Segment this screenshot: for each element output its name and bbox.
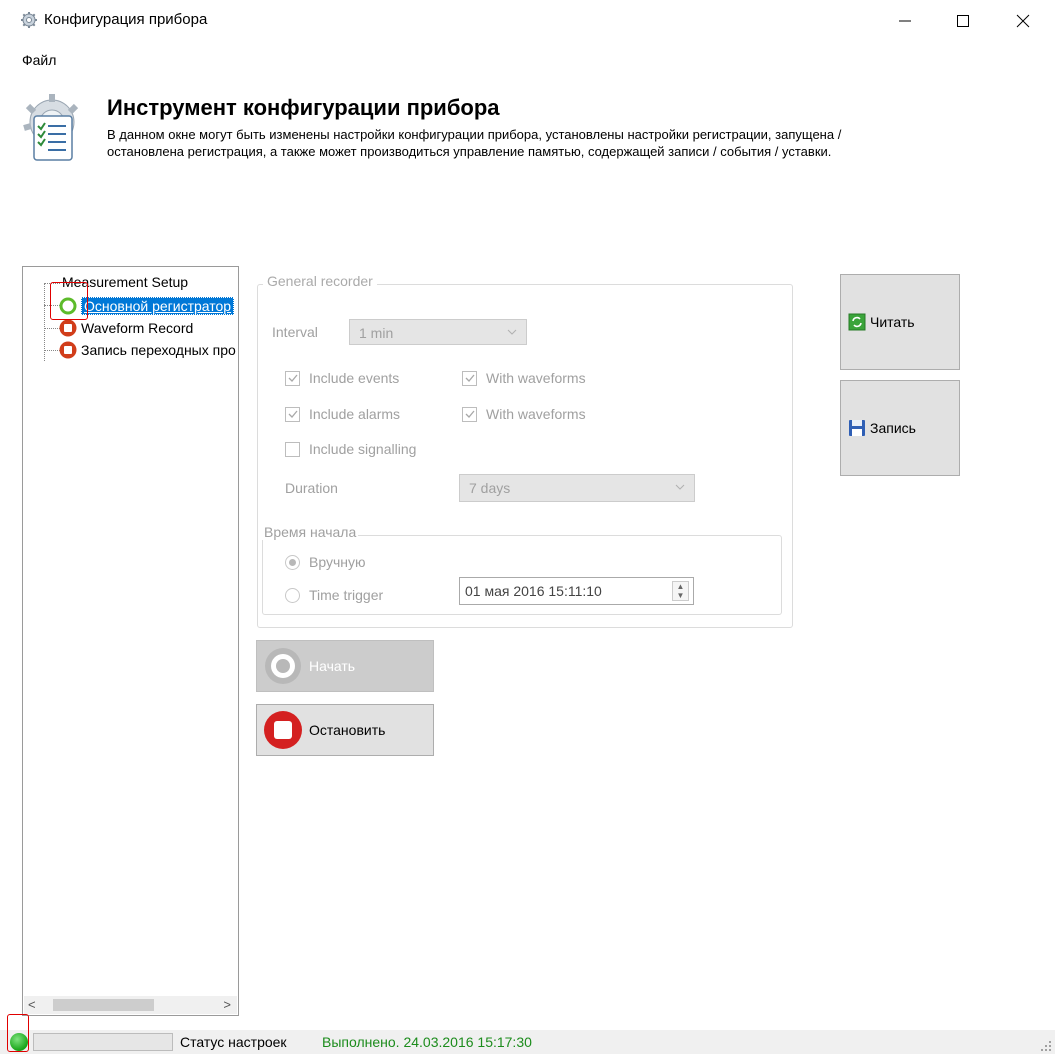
header-description: В данном окне могут быть изменены настро… (107, 126, 1037, 160)
tree-connector (44, 328, 60, 329)
checkmark-icon (465, 410, 474, 418)
maximize-icon (957, 15, 969, 27)
manual-radio[interactable]: Вручную (285, 554, 366, 570)
start-time-title: Время начала (262, 524, 359, 540)
tree-item-transient-record[interactable]: Запись переходных процессов (59, 340, 236, 360)
duration-select[interactable]: 7 days (459, 474, 695, 502)
header-title: Инструмент конфигурации прибора (107, 95, 500, 120)
status-value: Выполнено. 24.03.2016 15:17:30 (322, 1034, 532, 1050)
header-description-line2: остановлена регистрация, а также может п… (107, 144, 832, 159)
menu-file[interactable]: Файл (22, 52, 56, 68)
tree-item-label: Запись переходных процессов (81, 342, 236, 358)
radio-circle (285, 554, 300, 570)
checkbox-box (285, 441, 300, 457)
chevron-down-icon (675, 484, 685, 490)
scrollbar-thumb[interactable] (53, 999, 154, 1011)
write-button[interactable]: Запись (840, 380, 960, 476)
title-bar: Конфигурация прибора (0, 0, 1055, 44)
with-waveforms-events-label: With waveforms (486, 370, 586, 386)
with-waveforms-alarms-checkbox[interactable]: With waveforms (462, 406, 586, 422)
interval-select-value: 1 min (359, 325, 394, 341)
checkmark-icon (465, 374, 474, 382)
include-alarms-label: Include alarms (309, 406, 401, 422)
write-button-label: Запись (870, 420, 916, 436)
status-label: Статус настроек (180, 1034, 287, 1050)
highlight-marker (50, 282, 88, 320)
with-waveforms-alarms-label: With waveforms (486, 406, 586, 422)
manual-radio-label: Вручную (309, 554, 366, 570)
checkbox-box (462, 406, 477, 422)
maximize-button[interactable] (940, 4, 986, 38)
general-recorder-title: General recorder (263, 273, 377, 289)
close-button[interactable] (1000, 4, 1046, 38)
gear-icon (21, 12, 37, 28)
checkbox-box (285, 370, 300, 386)
radio-dot (289, 558, 296, 566)
spin-updown-icon[interactable]: ▲ ▼ (672, 581, 689, 601)
minimize-icon (899, 20, 911, 22)
include-events-label: Include events (309, 370, 400, 386)
checkmark-icon (288, 410, 297, 418)
scroll-right-arrow-icon[interactable]: > (223, 997, 231, 1012)
with-waveforms-events-checkbox[interactable]: With waveforms (462, 370, 586, 386)
checkbox-box (462, 370, 477, 386)
window-title: Конфигурация прибора (44, 11, 208, 28)
duration-select-value: 7 days (469, 480, 511, 496)
checkmark-icon (288, 374, 297, 382)
start-button-label: Начать (309, 658, 356, 674)
status-bar: Статус настроек Выполнено. 24.03.2016 15… (0, 1014, 1055, 1054)
resize-grip-icon[interactable] (1041, 1041, 1051, 1051)
refresh-icon (848, 313, 866, 331)
include-alarms-checkbox[interactable]: Include alarms (285, 406, 400, 422)
time-trigger-radio-label: Time trigger (309, 587, 384, 603)
time-trigger-radio[interactable]: Time trigger (285, 587, 383, 603)
include-events-checkbox[interactable]: Include events (285, 370, 399, 386)
start-datetime-value: 01 мая 2016 15:11:10 (465, 583, 602, 599)
menu-bar: Файл (0, 48, 1055, 72)
stop-icon (264, 711, 302, 749)
radio-circle (285, 587, 300, 603)
settings-document-icon (23, 94, 79, 161)
tree-item-label: Waveform Record (81, 320, 194, 336)
stop-icon (59, 319, 77, 337)
measurement-tree[interactable]: Measurement Setup Основной регистратор W… (22, 266, 239, 1016)
duration-label: Duration (285, 480, 338, 496)
save-icon (849, 420, 865, 436)
start-button[interactable]: Начать (256, 640, 434, 692)
scroll-left-arrow-icon[interactable]: < (28, 997, 36, 1012)
minimize-button[interactable] (882, 4, 928, 38)
include-signalling-label: Include signalling (309, 441, 417, 457)
stop-button-label: Остановить (309, 722, 386, 738)
stop-icon (59, 341, 77, 359)
tree-item-label: Основной регистратор (81, 297, 235, 315)
tree-connector (44, 350, 60, 351)
record-icon (265, 648, 301, 684)
stop-button[interactable]: Остановить (256, 704, 434, 756)
highlight-marker (7, 1014, 29, 1052)
tree-item-waveform-record[interactable]: Waveform Record (59, 318, 193, 338)
read-button[interactable]: Читать (840, 274, 960, 370)
read-button-label: Читать (870, 314, 915, 330)
tree-horizontal-scrollbar[interactable]: < > (24, 996, 237, 1014)
interval-label: Interval (272, 324, 318, 340)
header-description-line1: В данном окне могут быть изменены настро… (107, 127, 842, 142)
start-datetime-picker[interactable]: 01 мая 2016 15:11:10 ▲ ▼ (459, 577, 694, 605)
chevron-down-icon (507, 329, 517, 335)
checkbox-box (285, 406, 300, 422)
close-icon (1016, 14, 1030, 28)
include-signalling-checkbox[interactable]: Include signalling (285, 441, 416, 457)
progress-bar (33, 1033, 173, 1051)
interval-select[interactable]: 1 min (349, 319, 527, 345)
